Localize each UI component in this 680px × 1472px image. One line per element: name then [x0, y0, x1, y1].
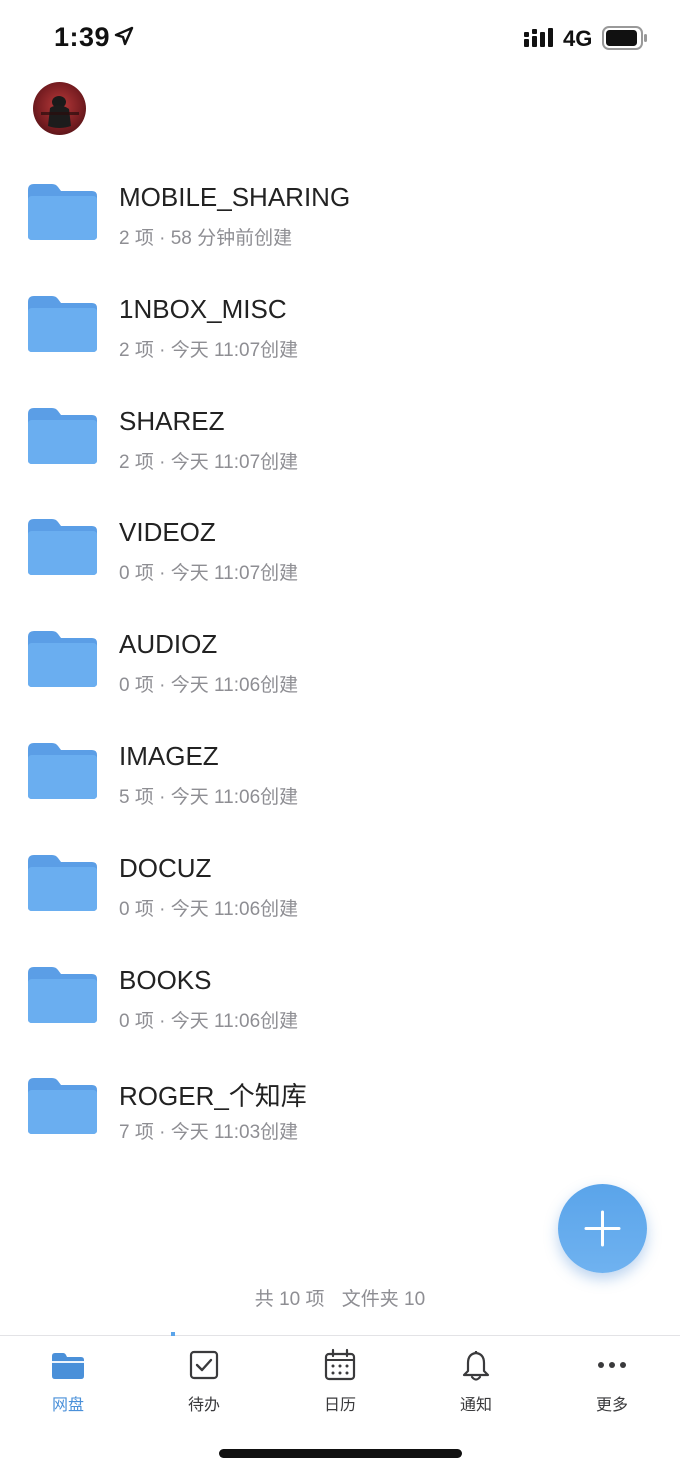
folder-list: MOBILE_SHARING 2 项 · 58 分钟前创建 1NBOX_MISC… [0, 168, 680, 1174]
folder-item[interactable]: AUDIOZ 0 项 · 今天 11:06创建 [0, 615, 680, 727]
folder-meta: 2 项 · 58 分钟前创建 [119, 228, 293, 249]
folder-icon [28, 854, 97, 911]
network-label: 4G [563, 26, 593, 51]
avatar[interactable] [33, 82, 86, 135]
tab-label: 通知 [459, 1397, 492, 1414]
add-button[interactable] [558, 1184, 647, 1273]
tab-notifications[interactable]: 通知 [436, 1348, 516, 1418]
tab-calendar[interactable]: 日历 [300, 1348, 380, 1418]
folder-item[interactable]: VIDEOZ 0 项 · 今天 11:07创建 [0, 503, 680, 615]
total-count: 共 10 项 [254, 1289, 325, 1310]
scroll-indicator [171, 1332, 175, 1336]
folder-meta: 7 项 · 今天 11:03创建 [119, 1122, 299, 1144]
folder-name: 1NBOX_MISC [119, 293, 287, 324]
more-icon [598, 1362, 626, 1368]
folder-meta: 2 项 · 今天 11:07创建 [119, 339, 299, 361]
battery-icon [602, 26, 647, 50]
calendar-icon [324, 1348, 356, 1381]
folder-name: MOBILE_SHARING [119, 182, 351, 212]
folder-icon [28, 184, 97, 240]
folder-name: IMAGEZ [119, 740, 219, 771]
folder-icon [28, 407, 97, 464]
folder-icon [28, 295, 97, 352]
folder-icon [52, 1353, 84, 1379]
folder-item[interactable]: ROGER_个知库 7 项 · 今天 11:03创建 [0, 1062, 680, 1174]
folder-item[interactable]: MOBILE_SHARING 2 项 · 58 分钟前创建 [0, 168, 680, 280]
folder-name: VIDEOZ [119, 517, 216, 548]
item-summary: 共 10 项 文件夹 10 [0, 1284, 680, 1311]
folder-item[interactable]: BOOKS 0 项 · 今天 11:06创建 [0, 951, 680, 1063]
folder-icon [28, 966, 97, 1023]
status-bar: 1:39 4G [0, 0, 680, 74]
folder-name: ROGER_个知库 [119, 1081, 307, 1112]
tab-label: 更多 [595, 1397, 628, 1414]
home-indicator[interactable] [219, 1449, 462, 1458]
checkbox-icon [189, 1350, 219, 1380]
folder-meta: 0 项 · 今天 11:06创建 [119, 898, 299, 920]
tab-todo[interactable]: 待办 [164, 1348, 244, 1418]
folder-count: 文件夹 10 [341, 1289, 426, 1310]
tab-label: 待办 [187, 1397, 220, 1414]
screen: 1:39 4G MOBILE_SHARING 2 项 · 58 分钟前创建 1N… [0, 0, 680, 1472]
folder-icon [28, 631, 97, 688]
bell-icon [462, 1351, 490, 1381]
folder-item[interactable]: DOCUZ 0 项 · 今天 11:06创建 [0, 839, 680, 951]
folder-meta: 0 项 · 今天 11:06创建 [119, 1010, 299, 1032]
folder-item[interactable]: SHAREZ 2 项 · 今天 11:07创建 [0, 392, 680, 504]
location-arrow-icon [114, 26, 134, 46]
folder-name: SHAREZ [119, 405, 225, 436]
folder-icon [28, 1078, 97, 1135]
avatar-image [41, 96, 79, 128]
status-time: 1:39 [54, 22, 111, 52]
signal-icon [524, 28, 553, 47]
folder-meta: 0 项 · 今天 11:07创建 [119, 563, 299, 585]
folder-item[interactable]: 1NBOX_MISC 2 项 · 今天 11:07创建 [0, 280, 680, 392]
tab-label: 网盘 [51, 1397, 84, 1414]
folder-icon [28, 742, 97, 799]
folder-meta: 0 项 · 今天 11:06创建 [119, 675, 299, 697]
folder-name: DOCUZ [119, 852, 212, 883]
folder-meta: 2 项 · 今天 11:07创建 [119, 451, 299, 473]
folder-meta: 5 项 · 今天 11:06创建 [119, 786, 299, 808]
folder-item[interactable]: IMAGEZ 5 项 · 今天 11:06创建 [0, 727, 680, 839]
folder-name: AUDIOZ [119, 629, 218, 660]
plus-icon [584, 1210, 621, 1247]
folder-name: BOOKS [119, 964, 212, 995]
tab-label: 日历 [323, 1397, 356, 1414]
tab-more[interactable]: 更多 [572, 1348, 652, 1418]
tab-drive[interactable]: 网盘 [28, 1348, 108, 1418]
folder-icon [28, 519, 97, 576]
